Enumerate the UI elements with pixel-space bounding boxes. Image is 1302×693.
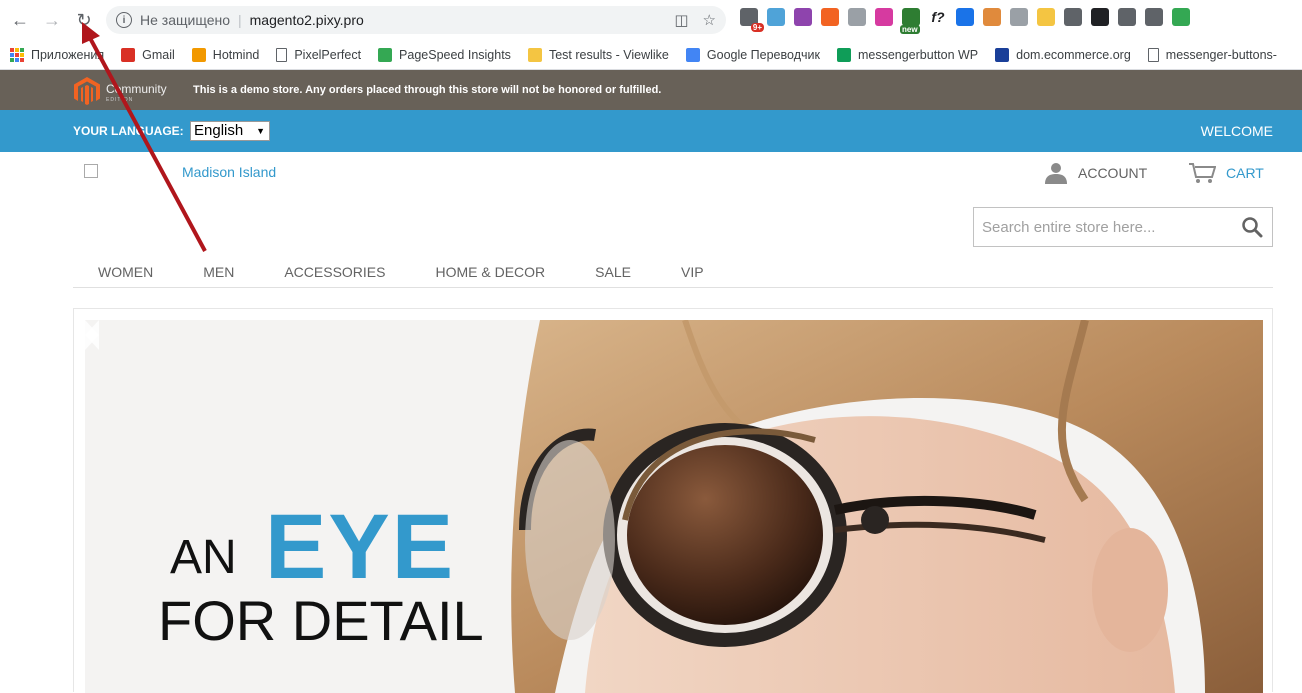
- extension-note-icon[interactable]: [1037, 8, 1055, 26]
- extension-ruler-icon[interactable]: [983, 8, 1001, 26]
- bookmark-item[interactable]: Приложения: [10, 47, 105, 62]
- apps-grid-icon: [10, 47, 24, 62]
- account-icon: [1045, 163, 1067, 184]
- bookmark-item[interactable]: dom.ecommerce.org: [995, 47, 1131, 62]
- search-icon[interactable]: [1241, 216, 1263, 238]
- nav-item-vip[interactable]: VIP: [681, 252, 704, 287]
- cart-link[interactable]: CART: [1188, 162, 1264, 184]
- bookmark-item[interactable]: Hotmind: [191, 47, 260, 62]
- demo-notice-bar: Community EDITION This is a demo store. …: [0, 70, 1302, 110]
- extension-picker-icon[interactable]: [956, 8, 974, 26]
- bookmark-label: Hotmind: [212, 47, 260, 62]
- sheets-icon: [836, 47, 851, 62]
- security-label: Не защищено: [140, 12, 230, 28]
- translate-icon[interactable]: ◫: [674, 11, 688, 29]
- language-value: English: [194, 122, 244, 139]
- language-label: YOUR LANGUAGE:: [73, 124, 184, 138]
- translate-icon: [685, 47, 700, 62]
- extension-magento-icon[interactable]: [821, 8, 839, 26]
- bookmark-label: Gmail: [142, 47, 175, 62]
- extension-gradient-icon[interactable]: [875, 8, 893, 26]
- cart-icon: [1189, 163, 1216, 183]
- extension-badge: 9+: [750, 23, 764, 32]
- page-icon: [276, 47, 288, 62]
- extension-chat-icon[interactable]: 9+: [740, 8, 764, 32]
- extension-new-badge: new: [900, 25, 920, 34]
- viewlike-icon: [527, 47, 542, 62]
- bookmark-label: messengerbutton WP: [857, 47, 979, 62]
- bookmark-label: PageSpeed Insights: [399, 47, 511, 62]
- logo-image[interactable]: [84, 164, 98, 178]
- extension-feather-icon[interactable]: [794, 8, 812, 26]
- bookmark-item[interactable]: Gmail: [121, 47, 175, 62]
- account-link[interactable]: ACCOUNT: [1044, 162, 1147, 184]
- demo-notice-text: This is a demo store. Any orders placed …: [193, 84, 662, 96]
- url-text[interactable]: magento2.pixy.pro: [250, 12, 364, 28]
- extension-pen-icon[interactable]: [1010, 8, 1028, 26]
- magento-logo-icon: [74, 77, 100, 105]
- community-label: Community: [106, 82, 167, 96]
- search-input[interactable]: Search entire store here...: [973, 207, 1273, 247]
- bookmark-label: messenger-buttons-: [1165, 47, 1277, 62]
- hotmind-icon: [191, 47, 206, 62]
- extension-move-icon[interactable]: [1064, 8, 1082, 26]
- slider-next-icon[interactable]: [85, 320, 99, 350]
- hero-slide: AN EYE FOR DETAIL: [85, 320, 1263, 693]
- bookmarks-bar: Приложения Gmail Hotmind PixelPerfect PageSp…: [0, 40, 1302, 70]
- extension-font-icon[interactable]: f?: [929, 8, 947, 26]
- extension-cube-icon[interactable]: [767, 8, 785, 26]
- extension-gear-icon[interactable]: [1145, 8, 1163, 26]
- nav-item-home-decor[interactable]: HOME & DECOR: [435, 252, 545, 287]
- nav-item-accessories[interactable]: ACCESSORIES: [284, 252, 385, 287]
- address-bar[interactable]: i Не защищено | magento2.pixy.pro ◫ ☆: [106, 6, 726, 34]
- language-select[interactable]: English ▼: [190, 121, 270, 141]
- extension-shield-icon[interactable]: [848, 8, 866, 26]
- extension-eye-icon[interactable]: [1172, 8, 1190, 26]
- account-label: ACCOUNT: [1078, 165, 1148, 181]
- extension-circle-icon[interactable]: [1091, 8, 1109, 26]
- hero-heading-highlight: EYE: [265, 496, 456, 598]
- store-name-link[interactable]: Madison Island: [182, 164, 276, 180]
- dropdown-arrow-icon: ▼: [256, 126, 265, 136]
- welcome-message: WELCOME: [1200, 123, 1273, 139]
- bookmark-item[interactable]: Test results - Viewlike: [527, 47, 669, 62]
- bookmark-label: Google Переводчик: [706, 47, 820, 62]
- bookmark-item[interactable]: Google Переводчик: [685, 47, 820, 62]
- forward-icon[interactable]: →: [39, 7, 65, 33]
- community-edition-label: Community EDITION: [106, 82, 167, 103]
- extension-corner-icon[interactable]: [1118, 8, 1136, 26]
- main-navigation: WOMEN MEN ACCESSORIES HOME & DECOR SALE VIP: [73, 252, 1273, 288]
- cart-label: CART: [1226, 165, 1264, 181]
- bookmark-item[interactable]: messengerbutton WP: [836, 47, 979, 62]
- url-separator: |: [238, 12, 242, 28]
- hero-heading-line2: FOR DETAIL: [158, 589, 484, 652]
- pagespeed-icon: [378, 47, 393, 62]
- reload-icon[interactable]: ↻: [71, 7, 97, 33]
- gmail-icon: [121, 47, 136, 62]
- nav-item-men[interactable]: MEN: [203, 252, 234, 287]
- back-icon[interactable]: ←: [7, 7, 33, 33]
- browser-toolbar: ← → ↻ i Не защищено | magento2.pixy.pro …: [0, 0, 1302, 40]
- bookmark-label: dom.ecommerce.org: [1016, 47, 1131, 62]
- bookmark-label: Приложения: [31, 47, 105, 62]
- extension-new-icon[interactable]: new: [900, 8, 920, 34]
- bookmark-item[interactable]: PixelPerfect: [276, 47, 362, 62]
- flag-icon: [995, 47, 1010, 62]
- page-icon: [1147, 47, 1159, 62]
- language-bar: YOUR LANGUAGE: English ▼ WELCOME: [0, 110, 1302, 152]
- extensions-bar: 9+ new f?: [740, 8, 1190, 34]
- community-sub-label: EDITION: [106, 97, 134, 103]
- nav-item-women[interactable]: WOMEN: [98, 252, 153, 287]
- bookmark-item[interactable]: PageSpeed Insights: [378, 47, 511, 62]
- hero-heading-line1: AN: [170, 531, 237, 584]
- hero-slider: AN EYE FOR DETAIL: [73, 308, 1273, 693]
- bookmark-star-icon[interactable]: ☆: [703, 11, 716, 29]
- nav-item-sale[interactable]: SALE: [595, 252, 631, 287]
- bookmark-label: Test results - Viewlike: [548, 47, 669, 62]
- bookmark-item[interactable]: messenger-buttons-: [1147, 47, 1277, 62]
- bookmark-label: PixelPerfect: [294, 47, 362, 62]
- info-icon[interactable]: i: [116, 12, 132, 28]
